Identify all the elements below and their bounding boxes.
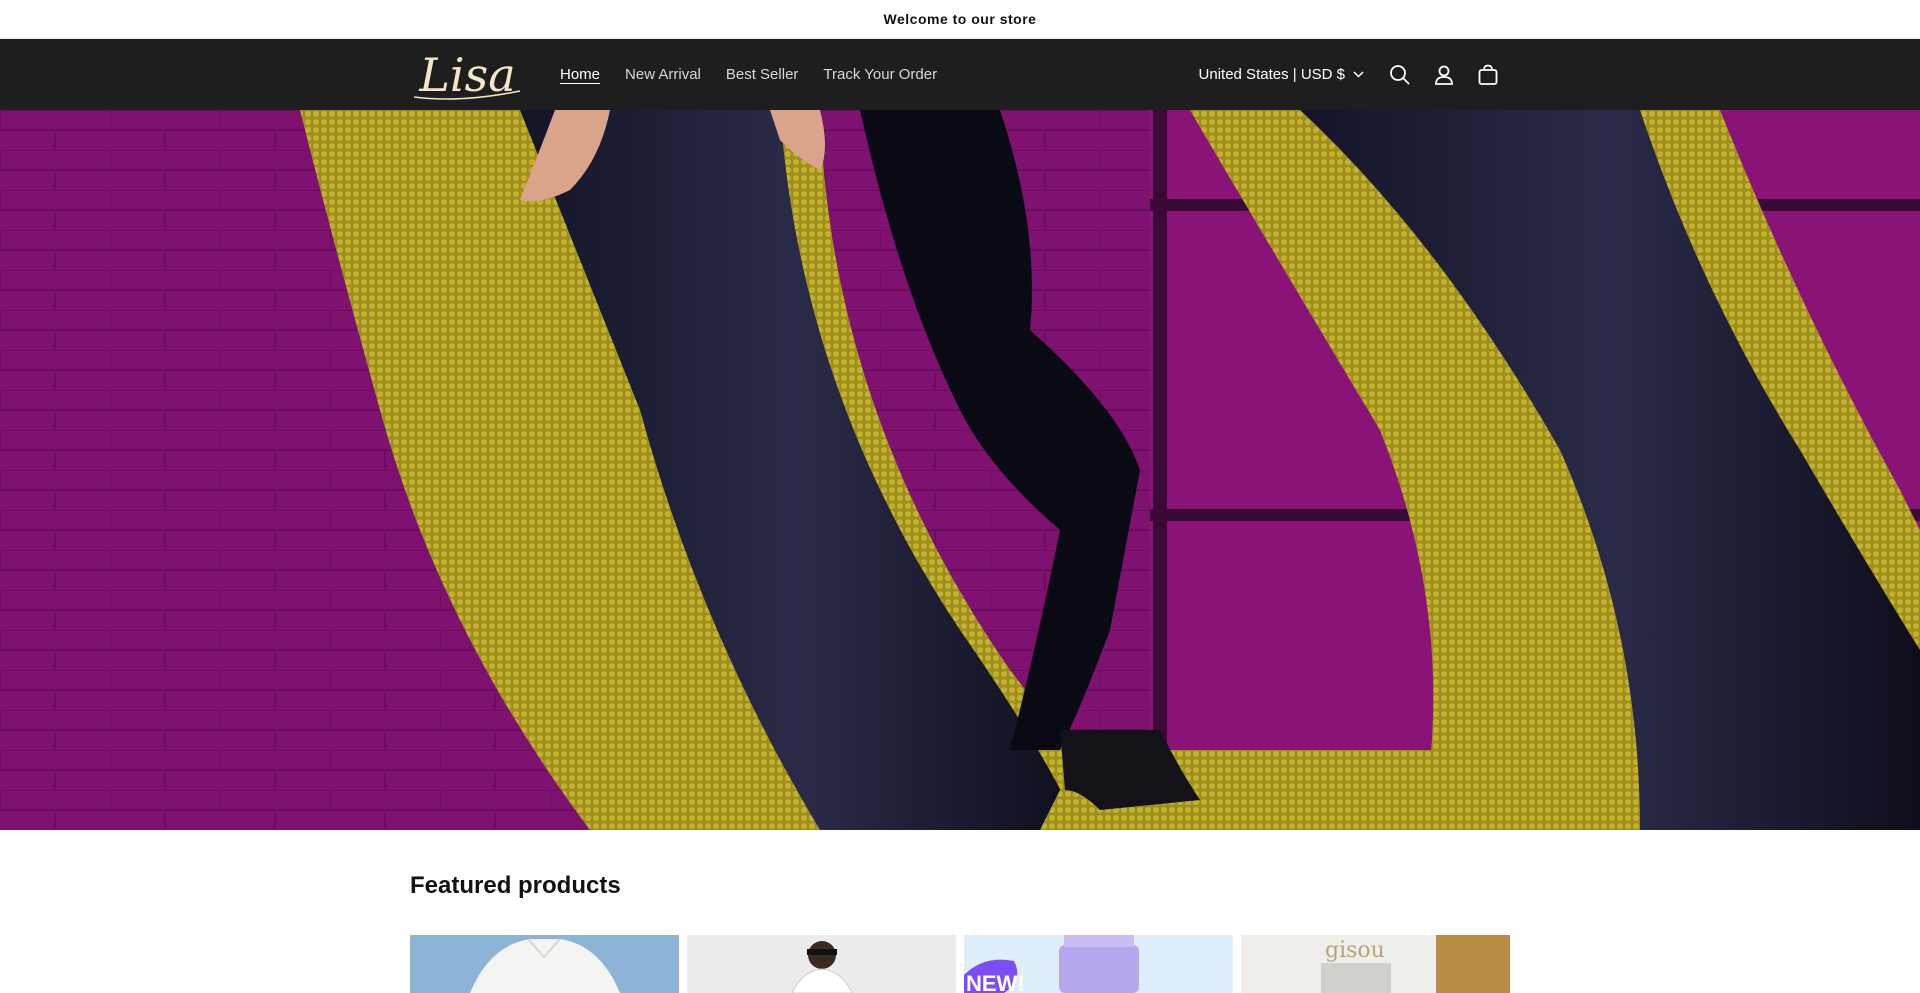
- country-selector-label: United States | USD $: [1198, 66, 1345, 83]
- nav-best-seller[interactable]: Best Seller: [726, 62, 799, 87]
- nav-track-your-order[interactable]: Track Your Order: [823, 62, 937, 87]
- hero-image: [0, 110, 1920, 830]
- product-image-lavender-tube: NEW!: [964, 935, 1233, 993]
- country-selector[interactable]: United States | USD $: [1199, 66, 1364, 83]
- announcement-bar: Welcome to our store: [0, 0, 1920, 39]
- nav-new-arrival[interactable]: New Arrival: [625, 62, 701, 87]
- site-header: Lisa Home New Arrival Best Seller Track …: [0, 39, 1920, 110]
- product-grid: NEW! gisou: [410, 935, 1510, 993]
- store-logo[interactable]: Lisa: [410, 47, 525, 103]
- announcement-text: Welcome to our store: [883, 11, 1037, 27]
- logo-swoosh-icon: [413, 89, 521, 100]
- account-icon: [1435, 65, 1453, 85]
- main-nav: Home New Arrival Best Seller Track Your …: [560, 62, 962, 87]
- header-actions: United States | USD $: [1199, 39, 1510, 110]
- product-brand-text: gisou: [1325, 938, 1385, 963]
- product-card[interactable]: gisou: [1241, 935, 1510, 993]
- product-card[interactable]: [410, 935, 679, 993]
- cart-button[interactable]: [1466, 53, 1510, 97]
- cart-icon: [1478, 64, 1498, 85]
- product-image-white-shirt: [410, 935, 679, 993]
- account-button[interactable]: [1422, 53, 1466, 97]
- product-card[interactable]: [687, 935, 956, 993]
- product-badge: NEW!: [966, 971, 1025, 993]
- product-image-halter-top: [687, 935, 956, 993]
- featured-products-title: Featured products: [410, 872, 621, 899]
- nav-home[interactable]: Home: [560, 62, 600, 87]
- hero-banner[interactable]: [0, 110, 1920, 830]
- search-icon: [1390, 64, 1410, 85]
- search-button[interactable]: [1378, 53, 1422, 97]
- chevron-down-icon: [1353, 71, 1364, 78]
- product-image-gisou: gisou: [1241, 935, 1510, 993]
- product-card[interactable]: NEW!: [964, 935, 1233, 993]
